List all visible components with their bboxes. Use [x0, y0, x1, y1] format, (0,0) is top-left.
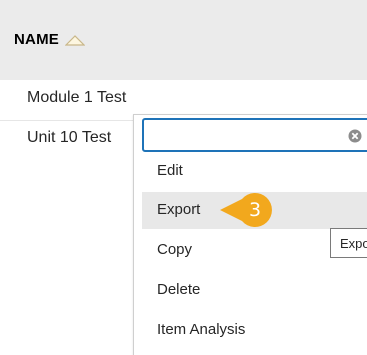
sort-ascending-icon[interactable]	[64, 33, 86, 47]
menu-item-item-analysis[interactable]: Item Analysis	[142, 312, 367, 349]
menu-item-label: Copy	[157, 241, 193, 258]
row-name[interactable]: Module 1 Test	[27, 89, 126, 107]
menu-item-label: Delete	[157, 281, 201, 298]
menu-item-label: Export	[157, 201, 201, 218]
table-header: NAME	[0, 0, 367, 80]
menu-search-input[interactable]	[142, 118, 367, 152]
clear-icon[interactable]	[348, 129, 362, 143]
row-name[interactable]: Unit 10 Test	[27, 129, 111, 147]
menu-item-label: Edit	[157, 162, 183, 179]
menu-item-label: Item Analysis	[157, 321, 246, 338]
page: NAME Module 1 Test Unit 10 Test Edit Exp…	[0, 0, 367, 355]
menu-item-edit[interactable]: Edit	[142, 153, 367, 190]
step-callout: 3	[218, 190, 280, 230]
tooltip-text: Export	[340, 236, 367, 251]
export-tooltip: Export	[330, 228, 367, 258]
menu-item-delete[interactable]: Delete	[142, 272, 367, 309]
column-header-label: NAME	[14, 31, 59, 48]
name-column-header[interactable]: NAME	[14, 31, 86, 48]
callout-step-number: 3	[248, 199, 262, 221]
